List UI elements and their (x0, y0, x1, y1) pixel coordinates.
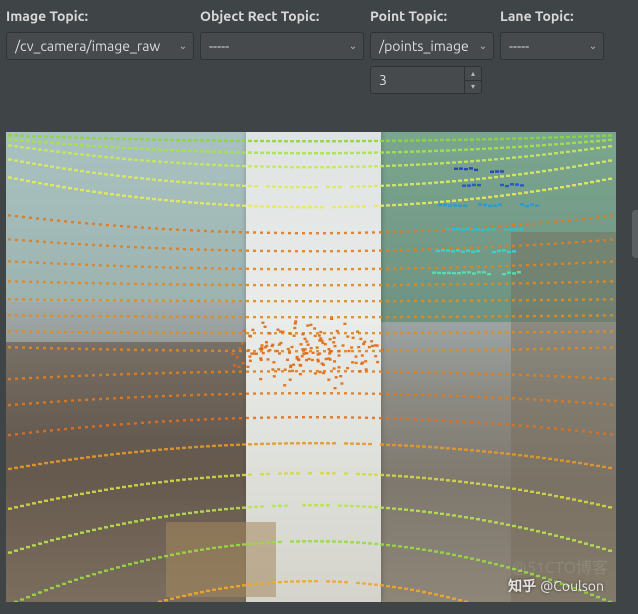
lane-topic-column: Lane Topic: ----- ⌄ (500, 8, 604, 60)
object-rect-topic-column: Object Rect Topic: ----- ⌄ (200, 8, 364, 60)
config-toolbar: Image Topic: /cv_camera/image_raw ⌄ Obje… (0, 0, 638, 98)
image-topic-value: /cv_camera/image_raw (15, 38, 160, 54)
object-rect-topic-label: Object Rect Topic: (200, 8, 364, 26)
panel-resize-handle[interactable] (632, 210, 638, 258)
watermark-user: @Coulson (540, 578, 604, 594)
spin-up-icon[interactable]: ▴ (465, 67, 481, 81)
watermark: 知乎 @Coulson (508, 576, 604, 596)
image-topic-label: Image Topic: (6, 8, 194, 26)
zhihu-icon: 知乎 (508, 576, 536, 596)
lane-topic-dropdown[interactable]: ----- ⌄ (500, 32, 604, 60)
image-topic-column: Image Topic: /cv_camera/image_raw ⌄ (6, 8, 194, 60)
lane-topic-label: Lane Topic: (500, 8, 604, 26)
point-size-value: 3 (371, 67, 464, 93)
point-topic-column: Point Topic: /points_image ⌄ 3 ▴ ▾ (370, 8, 494, 94)
point-size-spinbox[interactable]: 3 ▴ ▾ (370, 66, 482, 94)
spin-down-icon[interactable]: ▾ (465, 81, 481, 94)
point-topic-dropdown[interactable]: /points_image ⌄ (370, 32, 494, 60)
image-topic-dropdown[interactable]: /cv_camera/image_raw ⌄ (6, 32, 194, 60)
chevron-down-icon: ⌄ (477, 40, 489, 52)
point-topic-label: Point Topic: (370, 8, 494, 26)
lidar-point-overlay (6, 132, 616, 602)
object-rect-topic-dropdown[interactable]: ----- ⌄ (200, 32, 364, 60)
chevron-down-icon: ⌄ (347, 40, 359, 52)
image-viewer[interactable]: @51CTO博客 知乎 @Coulson (6, 132, 616, 602)
ghost-watermark: @51CTO博客 (512, 554, 608, 578)
lane-topic-value: ----- (509, 38, 529, 54)
point-topic-value: /points_image (379, 38, 469, 54)
chevron-down-icon: ⌄ (177, 40, 189, 52)
object-rect-topic-value: ----- (209, 38, 229, 54)
chevron-down-icon: ⌄ (587, 40, 599, 52)
